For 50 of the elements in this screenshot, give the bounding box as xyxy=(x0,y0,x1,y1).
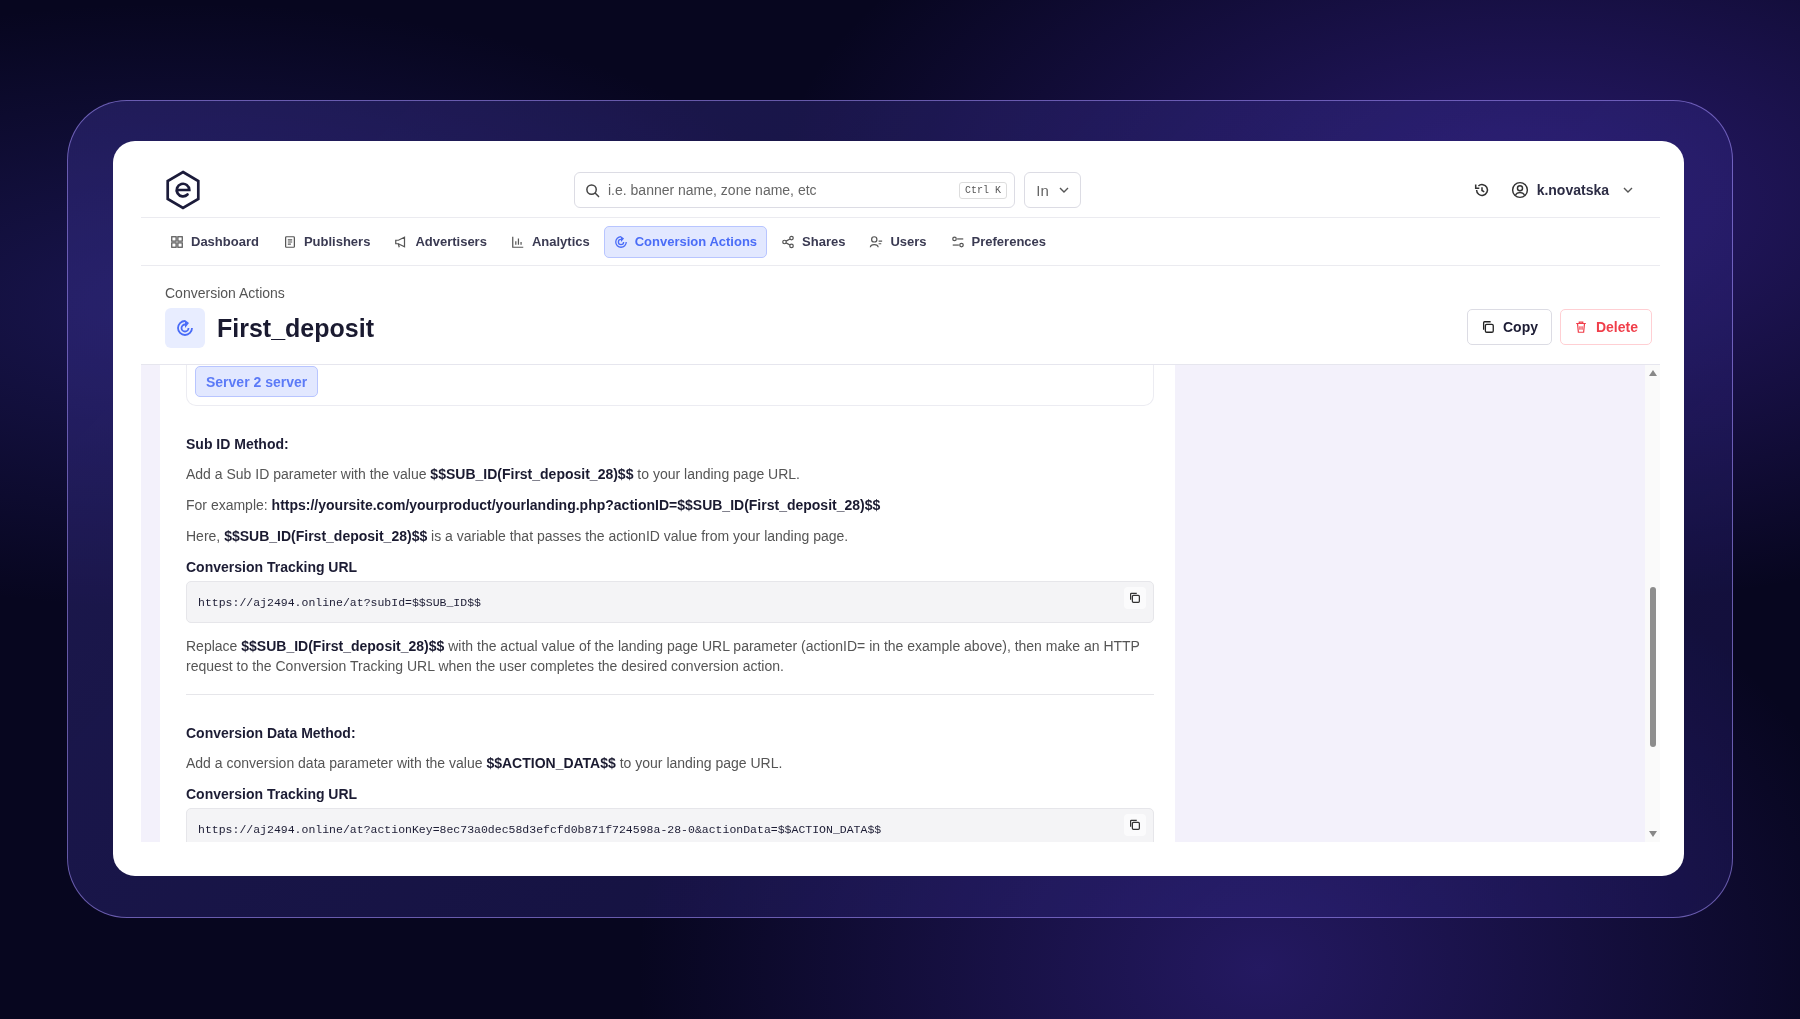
keyboard-shortcut: Ctrl K xyxy=(959,181,1007,199)
bar-chart-icon xyxy=(510,234,525,249)
search-field[interactable]: i.e. banner name, zone name, etc xyxy=(608,182,951,198)
url-field: https://aj2494.online/at?subId=$$SUB_ID$$ xyxy=(186,581,1154,623)
delete-button[interactable]: Delete xyxy=(1559,309,1652,345)
instruction-text: Add a conversion data parameter with the value $$ACTION_DATA$$ to your landing page URL. xyxy=(186,754,784,773)
search-bar[interactable]: i.e. banner name, zone name, etc Ctrl K xyxy=(574,172,1015,208)
nav-tab[interactable]: Preferences xyxy=(940,225,1057,258)
field-label: Conversion Tracking URL xyxy=(186,785,359,804)
scroll-up-icon[interactable] xyxy=(1647,369,1658,377)
trash-icon xyxy=(1573,320,1588,334)
nav-tab[interactable]: Dashboard xyxy=(163,225,269,258)
nav-tab[interactable]: Shares xyxy=(771,225,856,258)
share-icon xyxy=(781,234,796,249)
sliders-icon xyxy=(950,234,965,249)
nav-tab[interactable]: Conversion Actions xyxy=(603,225,768,258)
section-heading: Conversion Data Method: xyxy=(186,724,357,743)
logo-icon xyxy=(165,170,201,210)
instruction-text: Add a Sub ID parameter with the value $$SUB_ID(First_deposit_28)$$ to your landing page URL. xyxy=(186,465,801,484)
nav-tab[interactable]: Publishers xyxy=(272,225,381,258)
scope-dropdown[interactable]: In xyxy=(1024,172,1081,208)
copy-icon[interactable] xyxy=(1124,814,1146,836)
url-field: https://aj2494.online/at?actionKey=8ec73a0dec58d3efcfd0b871f724598a-28-0&actionData=$$ACTION_DATA$$ xyxy=(186,808,1154,842)
breadcrumb[interactable]: Conversion Actions xyxy=(165,285,374,301)
instruction-text: For example: https://yoursite.com/yourproduct/yourlanding.php?actionID=$$SUB_ID(First_deposit_28)$$ xyxy=(186,496,882,515)
nav-tab[interactable]: Analytics xyxy=(500,225,600,258)
chevron-down-icon xyxy=(1623,187,1633,193)
instruction-text: Here, $$SUB_ID(First_deposit_28)$$ is a variable that passes the actionID value from your landing page. xyxy=(186,527,850,546)
document-icon xyxy=(282,234,297,249)
page-title: First_deposit xyxy=(217,313,374,343)
chevron-down-icon xyxy=(1058,187,1069,193)
conversion-icon xyxy=(165,308,205,348)
section-heading: Sub ID Method: xyxy=(186,435,290,454)
scroll-down-icon[interactable] xyxy=(1647,830,1658,838)
grid-icon xyxy=(170,234,184,249)
field-label: Conversion Tracking URL xyxy=(186,558,359,577)
scroll-thumb[interactable] xyxy=(1649,587,1656,747)
copy-button[interactable]: Copy xyxy=(1466,309,1552,345)
nav-tab[interactable]: Users xyxy=(859,225,937,258)
user-icon xyxy=(869,234,884,249)
target-icon xyxy=(613,234,628,249)
user-menu[interactable]: k.novatska xyxy=(1510,181,1660,199)
history-icon[interactable] xyxy=(1472,181,1491,199)
copy-icon[interactable] xyxy=(1124,587,1146,609)
copy-icon xyxy=(1480,320,1495,334)
search-icon xyxy=(585,182,600,198)
instruction-text: Replace $$SUB_ID(First_deposit_28)$$ with the actual value of the landing page URL parameter (actionID= in the example above), then make an HTTP request to the Conversion Tracking URL when the user completes the desired conversion action. xyxy=(186,637,1141,676)
nav-tab[interactable]: Advertisers xyxy=(384,225,497,258)
scrollbar[interactable] xyxy=(1645,365,1660,842)
user-avatar-icon xyxy=(1510,181,1529,199)
